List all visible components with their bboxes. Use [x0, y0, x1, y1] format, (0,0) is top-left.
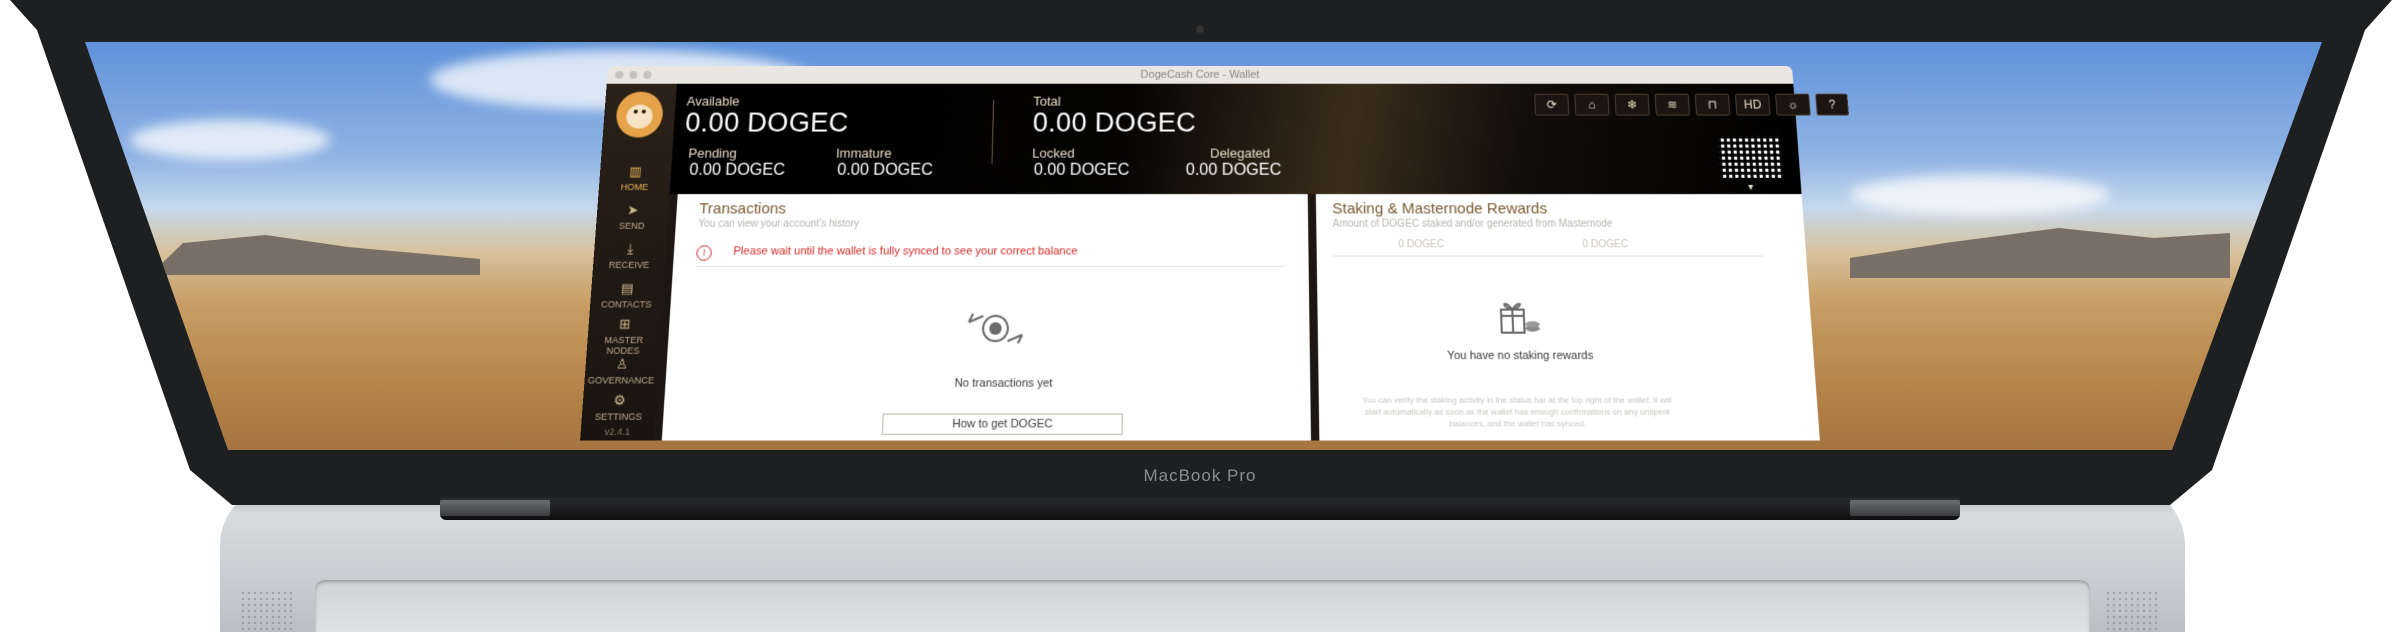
lock-wallet-button[interactable]: ⊓ — [1695, 94, 1731, 116]
sidebar-item-label: GOVERNANCE — [587, 375, 654, 386]
window-title: DogeCash Core - Wallet — [607, 69, 1793, 81]
rewards-divider — [1333, 256, 1763, 257]
sidebar-item-send[interactable]: ➤ SEND — [596, 202, 669, 231]
sidebar-item-label: MASTER NODES — [604, 335, 644, 356]
sidebar-item-receive[interactable]: ⤓ RECEIVE — [593, 241, 667, 270]
sidebar-item-label: SETTINGS — [594, 411, 642, 422]
theme-toggle-button[interactable]: ☼ — [1775, 94, 1811, 116]
immature-balance: 0.00 DOGEC — [837, 162, 933, 180]
chevron-down-icon[interactable]: ▾ — [1748, 182, 1754, 193]
no-transactions-text: No transactions yet — [873, 377, 1133, 390]
transactions-panel: Transactions You can view your account's… — [662, 194, 1311, 440]
sidebar-item-label: RECEIVE — [608, 260, 649, 270]
transactions-title: Transactions — [699, 200, 787, 217]
sidebar-item-label: SEND — [619, 221, 645, 231]
device-label: MacBook Pro — [1120, 466, 1280, 486]
speaker-grille-left — [240, 590, 295, 630]
balance-header: Available 0.00 DOGEC Pending 0.00 DOGEC … — [670, 84, 1802, 194]
version-label: v2.4.1 — [580, 426, 654, 437]
transactions-empty-icon — [962, 308, 1029, 350]
transactions-subtitle: You can view your account's history — [698, 219, 859, 230]
keyboard-well — [315, 580, 2090, 632]
sidebar-item-masternodes[interactable]: ⊞ MASTER NODES — [586, 316, 661, 356]
staking-gift-icon — [1482, 297, 1550, 339]
wallet-app: ▥ HOME ➤ SEND ⤓ RECEIVE ▤ CONTACTS ⊞ MAS… — [580, 84, 1820, 441]
locked-label: Locked — [1032, 146, 1075, 161]
masternodes-icon: ⊞ — [588, 316, 661, 333]
sync-warning-text: Please wait until the wallet is fully sy… — [733, 245, 1078, 257]
sync-button[interactable]: ⟳ — [1534, 94, 1569, 116]
rewards-panel: Staking & Masternode Rewards Amount of D… — [1316, 194, 1820, 440]
send-icon: ➤ — [597, 202, 669, 218]
dogecash-logo — [615, 92, 664, 138]
speaker-grille-right — [2105, 590, 2160, 630]
sidebar-item-home[interactable]: ▥ HOME — [599, 164, 672, 192]
home-icon: ▥ — [600, 164, 672, 180]
locked-balance: 0.00 DOGEC — [1034, 162, 1130, 180]
pending-balance: 0.00 DOGEC — [689, 162, 786, 180]
governance-icon: ♙ — [585, 356, 659, 373]
no-rewards-text: You have no staking rewards — [1401, 350, 1640, 363]
hinge-cap-left — [440, 500, 550, 516]
staking-info-note: You can verify the staking activity in t… — [1360, 394, 1674, 429]
hinge-cap-right — [1850, 500, 1960, 516]
sync-warning: ! Please wait until the wallet is fully … — [696, 243, 1286, 267]
rewards-title: Staking & Masternode Rewards — [1332, 200, 1547, 217]
sidebar-item-label: CONTACTS — [601, 299, 652, 309]
hd-wallet-button[interactable]: HD — [1735, 94, 1771, 116]
how-to-get-dogec-button[interactable]: How to get DOGEC — [882, 413, 1123, 435]
pending-label: Pending — [688, 146, 737, 161]
total-balance: 0.00 DOGEC — [1032, 108, 1196, 139]
staked-amount: 0 DOGEC — [1398, 239, 1444, 250]
sidebar: ▥ HOME ➤ SEND ⤓ RECEIVE ▤ CONTACTS ⊞ MAS… — [580, 84, 677, 441]
sidebar-item-governance[interactable]: ♙ GOVERNANCE — [584, 356, 659, 386]
mountain-left — [150, 235, 480, 275]
camera — [1196, 25, 1204, 33]
sidebar-item-label: HOME — [620, 182, 648, 192]
cloud — [130, 120, 330, 160]
available-balance: 0.00 DOGEC — [684, 108, 849, 139]
delegated-balance: 0.00 DOGEC — [1186, 162, 1282, 180]
qr-code-icon[interactable] — [1717, 136, 1783, 178]
tor-button[interactable]: ⌂ — [1574, 94, 1609, 116]
staking-status-button[interactable]: ❄ — [1614, 94, 1649, 116]
rewards-subtitle: Amount of DOGEC staked and/or generated … — [1332, 219, 1612, 230]
settings-icon: ⚙ — [582, 392, 656, 409]
delegated-label: Delegated — [1210, 146, 1270, 161]
receive-icon: ⤓ — [594, 241, 667, 257]
immature-label: Immature — [836, 146, 892, 161]
alert-icon: ! — [696, 245, 712, 260]
window-titlebar: DogeCash Core - Wallet — [607, 66, 1794, 84]
sidebar-item-contacts[interactable]: ▤ CONTACTS — [590, 280, 664, 309]
help-button[interactable]: ? — [1815, 94, 1849, 116]
mountain-right — [1850, 228, 2230, 278]
screen: DogeCash Core - Wallet ▥ HOME ➤ SEND ⤓ R… — [0, 0, 2402, 520]
contacts-icon: ▤ — [591, 280, 664, 297]
generated-amount: 0 DOGEC — [1582, 239, 1629, 250]
total-label: Total — [1033, 94, 1061, 109]
laptop-scene: MacBook Pro DogeCash Core - Wallet ▥ HOM… — [0, 0, 2402, 632]
sidebar-item-settings[interactable]: ⚙ SETTINGS — [581, 392, 656, 422]
network-status-button[interactable]: ≋ — [1655, 94, 1690, 116]
available-label: Available — [686, 94, 740, 109]
hinge — [440, 498, 1960, 520]
wallet-window: DogeCash Core - Wallet ▥ HOME ➤ SEND ⤓ R… — [580, 66, 1820, 440]
balance-divider — [991, 100, 994, 164]
cloud — [1850, 175, 2110, 215]
